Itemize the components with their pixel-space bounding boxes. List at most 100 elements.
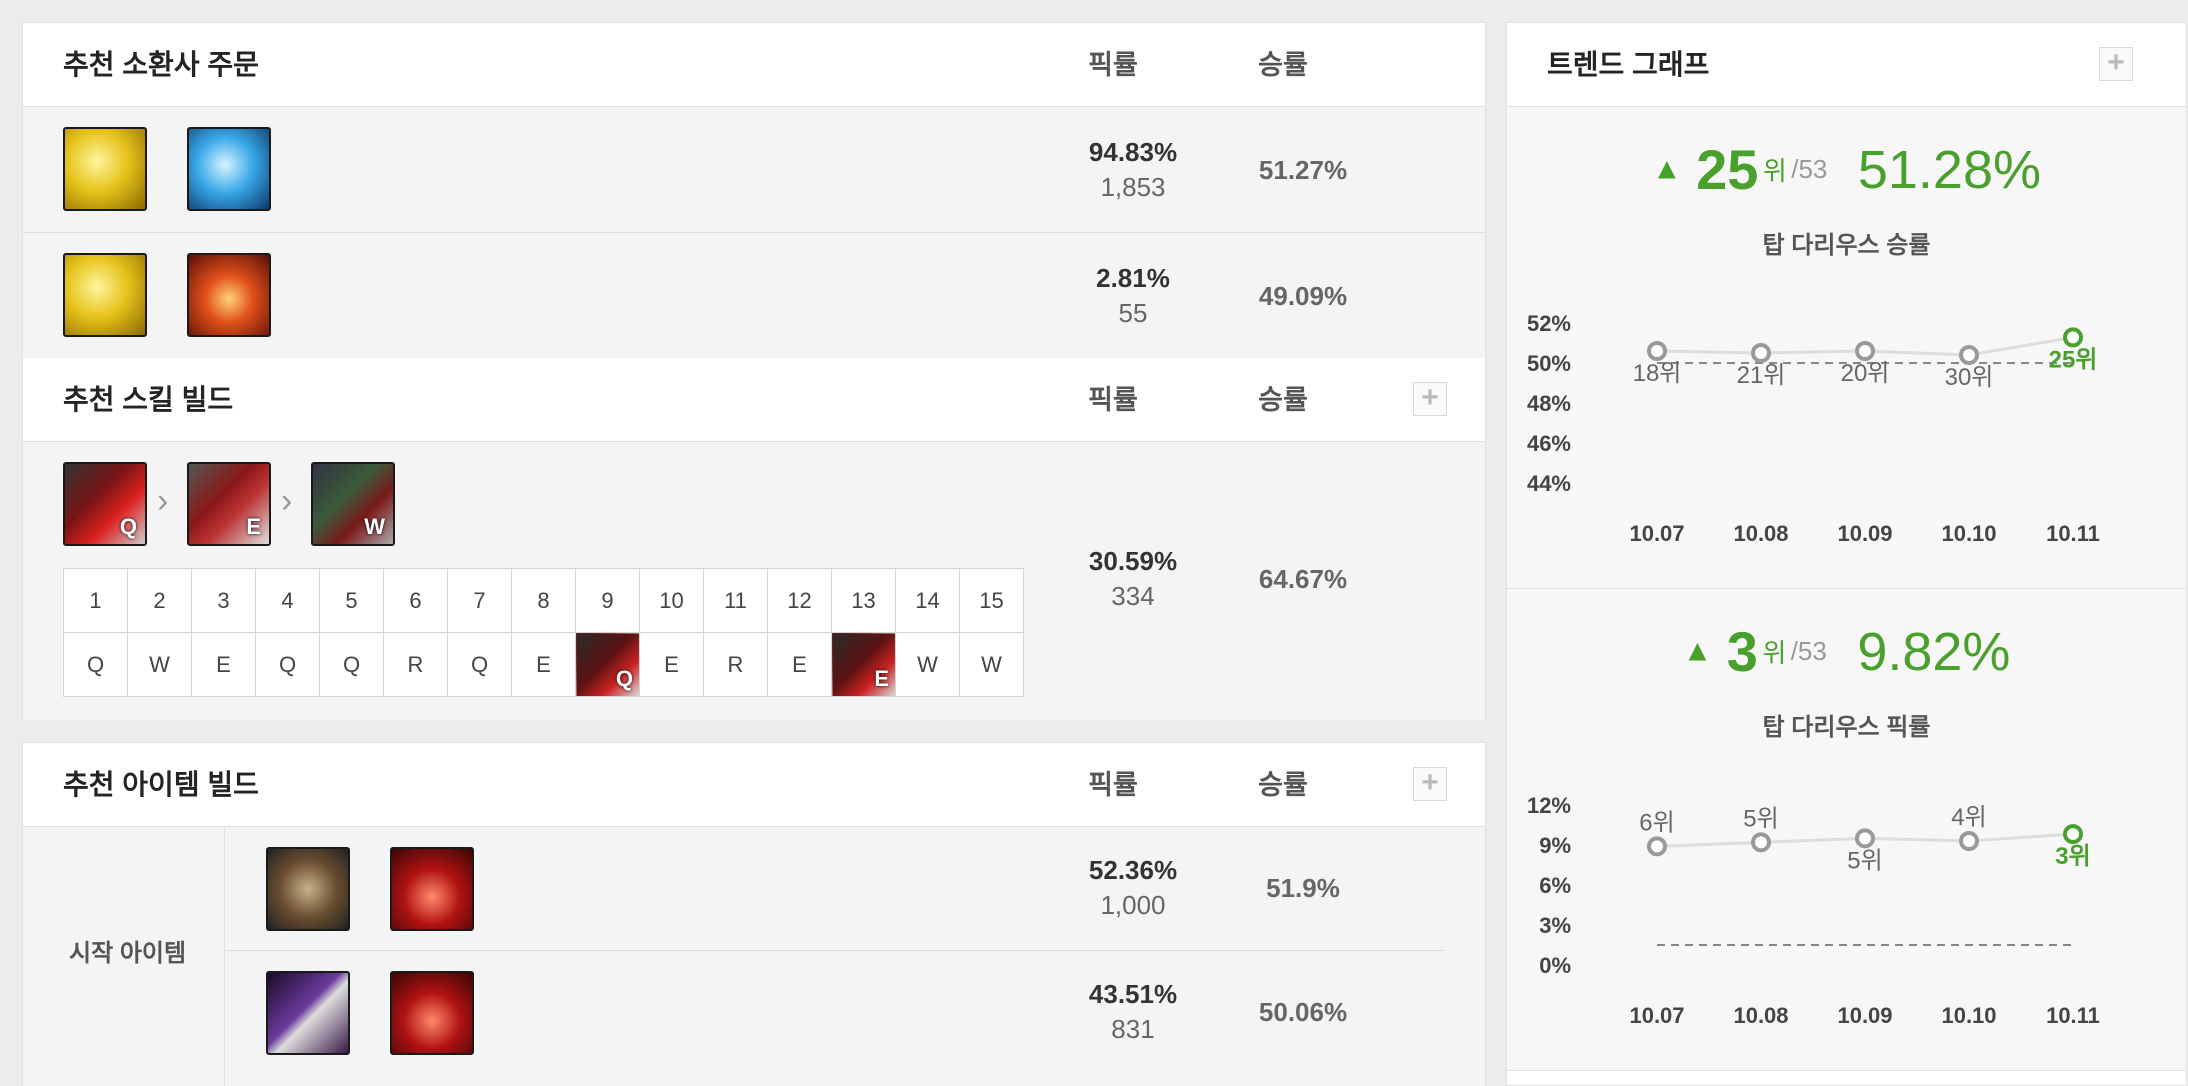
rank-unit: 위 — [1762, 156, 1787, 186]
summoner-spells-title: 추천 소환사 주문 — [63, 49, 259, 80]
skill-level-cell: 3 — [191, 568, 256, 633]
y-tick-label: 6% — [1539, 873, 1571, 898]
x-tick-label: 10.11 — [2046, 521, 2100, 546]
item-row[interactable]: 52.36% 1,000 51.9% — [226, 827, 1445, 951]
x-tick-label: 10.11 — [2046, 1003, 2100, 1028]
skill-level-cell: 6 — [383, 568, 448, 633]
x-tick-label: 10.07 — [1629, 521, 1684, 546]
x-tick-label: 10.09 — [1837, 1003, 1892, 1028]
rank-up-icon: ▲ — [1651, 152, 1682, 186]
rank-total: /53 — [1791, 154, 1828, 184]
summoner-spells-panel: 추천 소환사 주문 픽률 승률 94.83% 1,853 51.27% 2.81%… — [22, 22, 1486, 359]
health-potion-icon — [390, 971, 474, 1055]
data-point — [2063, 824, 2083, 845]
win-rate: 50.06% — [1258, 997, 1348, 1027]
y-tick-label: 9% — [1539, 833, 1571, 858]
item-build-title: 추천 아이템 빌드 — [63, 769, 259, 800]
item-build-header: 추천 아이템 빌드 픽률 승률 + — [23, 743, 1485, 827]
ghost-spell-icon — [63, 127, 147, 211]
point-rank-label: 25위 — [2049, 346, 2098, 373]
data-point — [1751, 832, 1771, 853]
point-rank-label: 3위 — [2055, 843, 2090, 870]
e-skill-icon: E — [187, 462, 271, 546]
x-tick-label: 10.08 — [1733, 521, 1788, 546]
item-row[interactable]: 43.51% 831 50.06% — [226, 951, 1485, 1075]
chevron-right-icon: › — [281, 482, 293, 520]
x-tick-label: 10.08 — [1733, 1003, 1788, 1028]
skill-key-cell: W — [959, 632, 1024, 697]
pick-rate-column-header: 픽률 — [1088, 50, 1138, 80]
data-point — [1647, 836, 1667, 857]
win-rate-value: 51.28% — [1857, 139, 2042, 200]
skill-key-cell: Q — [575, 632, 640, 697]
health-potion-icon — [390, 847, 474, 931]
skill-key-cell: Q — [63, 632, 128, 697]
chevron-right-icon: › — [157, 482, 169, 520]
y-tick-label: 52% — [1527, 311, 1571, 336]
summoner-spells-header: 추천 소환사 주문 픽률 승률 — [23, 23, 1485, 107]
y-tick-label: 46% — [1527, 431, 1571, 456]
pick-count: 1,000 — [1100, 890, 1166, 920]
skill-key-cell: Q — [255, 632, 320, 697]
skill-key-cell: Q — [319, 632, 384, 697]
win-rank-summary: ▲ 25 위 /53 51.28% — [1507, 137, 2186, 202]
spell-row[interactable]: 2.81% 55 49.09% — [23, 233, 1485, 359]
skill-key-cell: W — [895, 632, 960, 697]
dorans-shield-icon — [266, 847, 350, 931]
skill-level-cell: 15 — [959, 568, 1024, 633]
spell-row[interactable]: 94.83% 1,853 51.27% — [23, 107, 1485, 233]
pick-rank-summary: ▲ 3 위 /53 9.82% — [1507, 619, 2186, 684]
w-skill-icon: W — [311, 462, 395, 546]
skill-level-cell: 5 — [319, 568, 384, 633]
skill-build-row[interactable]: Q › E › W 1 2 3 4 5 6 7 8 9 10 11 12 13 14 15 QWEQQRQE… — [23, 442, 1485, 720]
expand-plus-button[interactable]: + — [1413, 382, 1447, 416]
skill-level-cell: 11 — [703, 568, 768, 633]
y-tick-label: 44% — [1527, 471, 1571, 496]
skill-key-cell: E — [511, 632, 576, 697]
start-items-label: 시작 아이템 — [69, 940, 187, 967]
data-point — [1959, 831, 1979, 851]
win-rank: 25 — [1696, 138, 1759, 201]
data-point — [1855, 341, 1875, 361]
win-rate-column-header: 승률 — [1258, 770, 1308, 800]
y-tick-label: 12% — [1527, 793, 1571, 818]
point-rank-label: 5위 — [1743, 805, 1778, 832]
point-rank-label: 18위 — [1633, 360, 1682, 387]
pick-rank: 3 — [1726, 620, 1758, 683]
pick-rate: 94.83% — [1088, 137, 1178, 167]
skill-order-grid: 1 2 3 4 5 6 7 8 9 10 11 12 13 14 15 QWEQQRQEQEREEWW — [63, 568, 1024, 697]
skill-level-cell: 12 — [767, 568, 832, 633]
skill-level-cell: 13 — [831, 568, 896, 633]
pick-rate: 2.81% — [1096, 263, 1170, 293]
skill-build-header: 추천 스킬 빌드 픽률 승률 + — [23, 358, 1485, 442]
start-items-section: 시작 아이템 52.36% 1,000 51.9% 43.51% 831 50.06… — [23, 827, 1485, 1086]
win-rate-column-header: 승률 — [1258, 385, 1308, 415]
win-rate: 49.09% — [1258, 281, 1348, 311]
point-rank-label: 5위 — [1847, 847, 1882, 874]
win-rate-trend-chart: 52% 50% 48% 46% 44% 18위 10.07 21위 10.08 20위 10.09 3… — [1527, 311, 2100, 546]
x-tick-label: 10.10 — [1941, 1003, 1996, 1028]
y-tick-label: 0% — [1539, 953, 1571, 978]
rank-unit: 위 — [1762, 638, 1787, 668]
skill-build-title: 추천 스킬 빌드 — [63, 384, 234, 415]
ghost-spell-icon — [63, 253, 147, 337]
pick-rate-column-header: 픽률 — [1088, 770, 1138, 800]
pick-rate-trend-block: ▲ 3 위 /53 9.82% 탑 다리우스 픽률 12% 9% 6% 3% 0% 6위 1… — [1507, 589, 2186, 1071]
skill-key-cell: W — [127, 632, 192, 697]
pick-rate: 30.59% — [1088, 546, 1178, 576]
point-rank-label: 21위 — [1737, 362, 1786, 389]
x-tick-label: 10.10 — [1941, 521, 1996, 546]
y-tick-label: 50% — [1527, 351, 1571, 376]
expand-plus-button[interactable]: + — [2099, 47, 2133, 81]
skill-level-cell: 10 — [639, 568, 704, 633]
skill-key-cell: E — [767, 632, 832, 697]
expand-plus-button[interactable]: + — [1413, 767, 1447, 801]
trend-graph-panel: 트렌드 그래프 + ▲ 25 위 /53 51.28% 탑 다리우스 승률 52… — [1506, 22, 2187, 1086]
pick-rate: 52.36% — [1088, 855, 1178, 885]
point-rank-label: 30위 — [1945, 364, 1994, 391]
skill-key-cell: R — [703, 632, 768, 697]
point-rank-label: 4위 — [1951, 804, 1986, 831]
pick-count: 831 — [1111, 1014, 1155, 1044]
pick-rate: 43.51% — [1088, 979, 1178, 1009]
rank-up-icon: ▲ — [1682, 634, 1713, 668]
